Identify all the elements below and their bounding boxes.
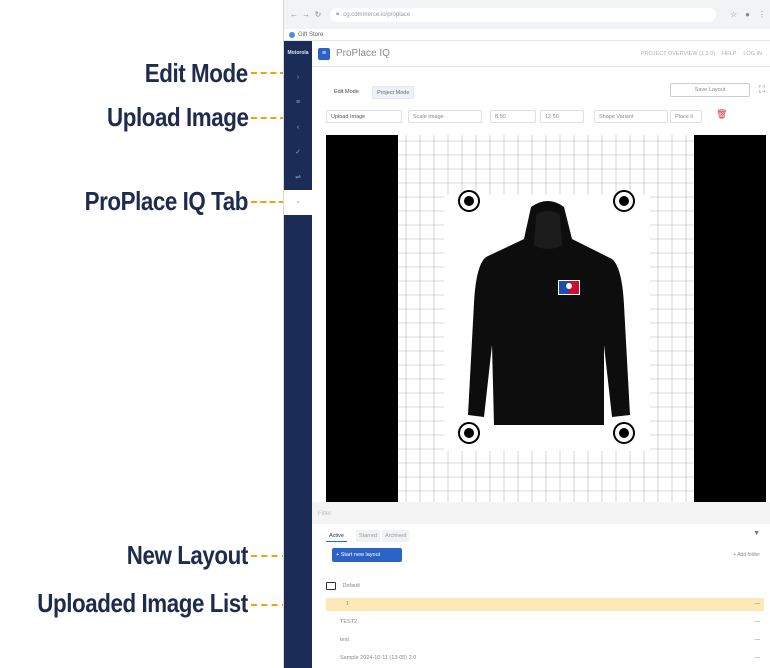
- project-overview-link[interactable]: PROJECT OVERVIEW (1.3.0): [641, 51, 715, 57]
- bookmark-item[interactable]: Gift Store: [298, 32, 323, 38]
- corner-handle-top-right[interactable]: [613, 190, 635, 212]
- tree-row-label: Sample 2024-10-11 (13-05) 2.0: [340, 655, 417, 661]
- design-canvas[interactable]: [326, 135, 766, 502]
- corner-handle-bottom-left[interactable]: [458, 422, 480, 444]
- collapse-icon[interactable]: —: [755, 616, 761, 629]
- tree-row-label: TEST2: [340, 619, 358, 625]
- callout-upload-image: Upload Image: [106, 102, 249, 132]
- mode-bar: Edit Mode Project Mode Save Layout ⛶: [312, 67, 770, 107]
- bookmark-star-icon[interactable]: ☆: [730, 10, 737, 19]
- collapse-icon[interactable]: —: [755, 598, 761, 611]
- sidebar-item-check[interactable]: ✓: [284, 140, 312, 165]
- tree-row[interactable]: Sample 2024-10-11 (13-05) 2.0 —: [326, 652, 764, 665]
- sidebar-item-menu[interactable]: ≡: [284, 90, 312, 115]
- corner-handle-top-left[interactable]: [458, 190, 480, 212]
- sidebar-item-swap[interactable]: ⇌: [284, 165, 312, 190]
- tab-active[interactable]: Active: [326, 530, 347, 542]
- back-icon[interactable]: ←: [288, 10, 300, 19]
- page-title: ProPlace IQ: [336, 48, 390, 59]
- login-link[interactable]: LOG IN: [743, 51, 762, 57]
- tab-edit-mode[interactable]: Edit Mode: [330, 86, 363, 99]
- callout-proplace-tab: ProPlace IQ Tab: [84, 186, 249, 216]
- trash-icon[interactable]: 🗑︎: [716, 109, 727, 120]
- save-layout-button[interactable]: Save Layout: [670, 83, 750, 97]
- place-select[interactable]: Place it: [670, 110, 702, 123]
- scale-image-select[interactable]: Scale Image: [408, 110, 482, 123]
- tree-row-label: 1: [346, 601, 350, 607]
- collapse-icon[interactable]: —: [755, 634, 761, 647]
- collapse-icon[interactable]: —: [755, 652, 761, 665]
- canvas-svg: [398, 135, 694, 502]
- new-layout-button[interactable]: + Start new layout: [332, 548, 402, 562]
- layout-panel: Filter Active Starred Archived ▼ + Start…: [312, 502, 770, 668]
- shape-variant-select[interactable]: Shape Variant: [594, 110, 668, 123]
- profile-icon[interactable]: ●: [745, 10, 750, 19]
- help-link[interactable]: HELP: [722, 51, 736, 57]
- folder-icon: [326, 581, 336, 590]
- app-header: ≡ ProPlace IQ PROJECT OVERVIEW (1.3.0) H…: [312, 41, 770, 67]
- sidebar-item-expand[interactable]: ›: [284, 65, 312, 90]
- screenshot-stage: Edit Mode Upload Image ProPlace IQ Tab N…: [0, 0, 770, 668]
- filter-input[interactable]: Filter: [312, 502, 770, 524]
- url-text: cg.commerce.io/proplace: [343, 11, 411, 18]
- reload-icon[interactable]: ↻: [312, 10, 324, 19]
- tab-archived[interactable]: Archived: [382, 530, 410, 542]
- fullscreen-icon[interactable]: ⛶: [759, 84, 765, 95]
- globe-icon: [289, 31, 295, 38]
- header-links: PROJECT OVERVIEW (1.3.0) HELP LOG IN: [641, 51, 770, 57]
- edit-toolbar: Upload Image Scale Image 8.50 12.50 Shap…: [312, 107, 770, 127]
- hamburger-menu-button[interactable]: ≡: [318, 47, 330, 60]
- app-sidebar: Motorola › ≡ ‹ ✓ ⇌ ▫: [284, 41, 312, 668]
- add-folder-button[interactable]: + Add folder: [733, 552, 760, 558]
- folder-label: Default: [342, 583, 360, 589]
- browser-toolbar: ← → ↻ 🔒︎ cg.commerce.io/proplace ☆ ● ⋮: [284, 0, 770, 29]
- upload-image-button[interactable]: Upload Image: [326, 110, 402, 123]
- tab-starred[interactable]: Starred: [356, 530, 381, 542]
- width-input[interactable]: 8.50: [490, 110, 536, 123]
- forward-icon[interactable]: →: [300, 10, 312, 19]
- height-input[interactable]: 12.50: [540, 110, 584, 123]
- callout-edit-mode: Edit Mode: [145, 58, 248, 88]
- tree-row[interactable]: test —: [326, 634, 764, 647]
- browser-menu-icon[interactable]: ⋮: [758, 10, 766, 19]
- tab-project-mode[interactable]: Project Mode: [372, 86, 415, 99]
- sidebar-item-proplace[interactable]: ▫: [284, 190, 312, 215]
- sidebar-brand: Motorola: [287, 50, 309, 56]
- callout-uploaded-image-list: Uploaded Image List: [37, 588, 249, 618]
- address-bar[interactable]: 🔒︎ cg.commerce.io/proplace: [330, 7, 716, 22]
- tree-row[interactable]: TEST2 —: [326, 616, 764, 629]
- corner-handle-bottom-right[interactable]: [613, 422, 635, 444]
- tree-row-selected[interactable]: 1 —: [326, 598, 764, 611]
- tree-row-label: test: [340, 637, 349, 643]
- tree-folder-default[interactable]: Default: [326, 580, 764, 593]
- lock-icon: 🔒︎: [336, 11, 340, 17]
- bookmarks-bar: Gift Store: [284, 29, 770, 41]
- filter-icon[interactable]: ▼: [753, 530, 760, 537]
- callout-new-layout: New Layout: [126, 540, 249, 570]
- sidebar-item-back[interactable]: ‹: [284, 115, 312, 140]
